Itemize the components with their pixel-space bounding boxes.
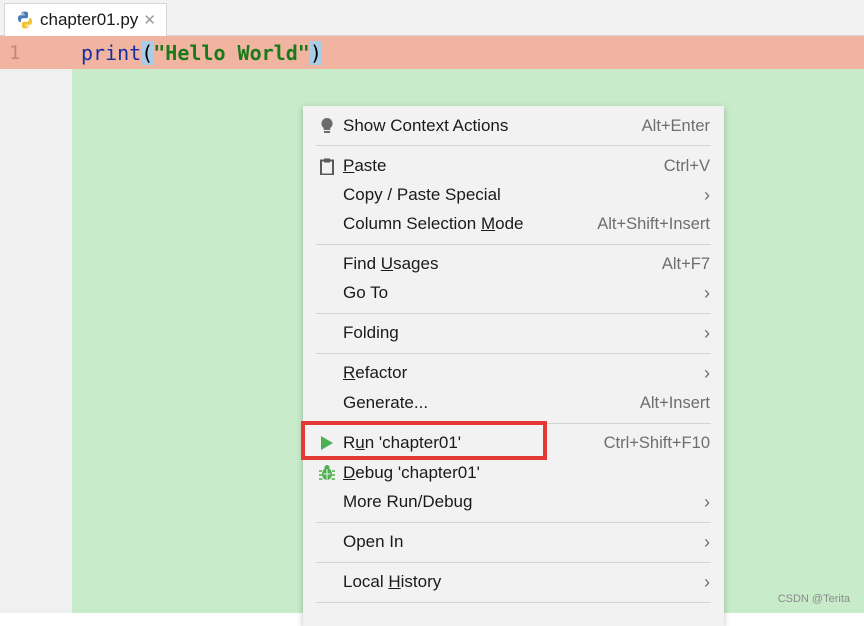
menu-item-paste[interactable]: Paste Ctrl+V (303, 152, 724, 180)
menu-separator (316, 145, 711, 146)
shortcut-label: Ctrl+V (663, 156, 710, 175)
menu-item-copy-paste-special[interactable]: Copy / Paste Special › (303, 181, 724, 209)
editor-tab-bar: chapter01.py ✕ (0, 0, 864, 36)
code-line[interactable]: print("Hello World") (81, 41, 322, 65)
python-file-icon (18, 11, 32, 29)
chevron-right-icon: › (704, 322, 710, 343)
menu-separator (316, 522, 711, 523)
menu-separator (316, 353, 711, 354)
line-number: 1 (9, 42, 21, 64)
shortcut-label: Alt+Shift+Insert (597, 214, 710, 233)
bug-icon (318, 463, 336, 483)
menu-item-generate[interactable]: Generate... Alt+Insert (303, 389, 724, 417)
tab-chapter01[interactable]: chapter01.py ✕ (4, 3, 167, 36)
context-menu: Show Context Actions Alt+Enter Paste Ctr… (303, 106, 724, 626)
menu-separator (316, 562, 711, 563)
menu-item-go-to[interactable]: Go To › (303, 279, 724, 307)
tab-label: chapter01.py (40, 10, 139, 29)
menu-item-show-context-actions[interactable]: Show Context Actions Alt+Enter (303, 112, 724, 140)
chevron-right-icon: › (704, 362, 710, 383)
annotation-highlight-box (301, 421, 547, 460)
chevron-right-icon: › (704, 531, 710, 552)
chevron-right-icon: › (704, 184, 710, 205)
shortcut-label: Alt+Enter (641, 116, 710, 135)
shortcut-label: Ctrl+Shift+F10 (603, 433, 710, 452)
clipboard-icon (318, 156, 336, 176)
lightbulb-icon (318, 116, 336, 136)
menu-item-debug[interactable]: Debug 'chapter01' (303, 459, 724, 487)
shortcut-label: Alt+F7 (661, 254, 710, 273)
code-close-paren: ) (309, 41, 322, 65)
menu-separator (316, 244, 711, 245)
menu-item-column-selection-mode[interactable]: Column Selection Mode Alt+Shift+Insert (303, 210, 724, 238)
close-icon[interactable]: ✕ (143, 11, 156, 29)
chevron-right-icon: › (704, 282, 710, 303)
menu-item-folding[interactable]: Folding › (303, 319, 724, 347)
shortcut-label: Alt+Insert (639, 393, 710, 412)
code-string: "Hello World" (153, 41, 310, 65)
watermark: CSDN @Terita (777, 593, 850, 605)
menu-item-open-in[interactable]: Open In › (303, 528, 724, 556)
editor-gutter (0, 36, 72, 613)
menu-item-more-run-debug[interactable]: More Run/Debug › (303, 488, 724, 516)
menu-item-find-usages[interactable]: Find Usages Alt+F7 (303, 250, 724, 278)
code-open-paren: ( (141, 41, 154, 65)
menu-separator (316, 313, 711, 314)
chevron-right-icon: › (704, 491, 710, 512)
menu-separator (316, 602, 711, 603)
chevron-right-icon: › (704, 571, 710, 592)
menu-item-local-history[interactable]: Local History › (303, 568, 724, 596)
menu-item-refactor[interactable]: Refactor › (303, 359, 724, 387)
code-function: print (81, 41, 142, 65)
